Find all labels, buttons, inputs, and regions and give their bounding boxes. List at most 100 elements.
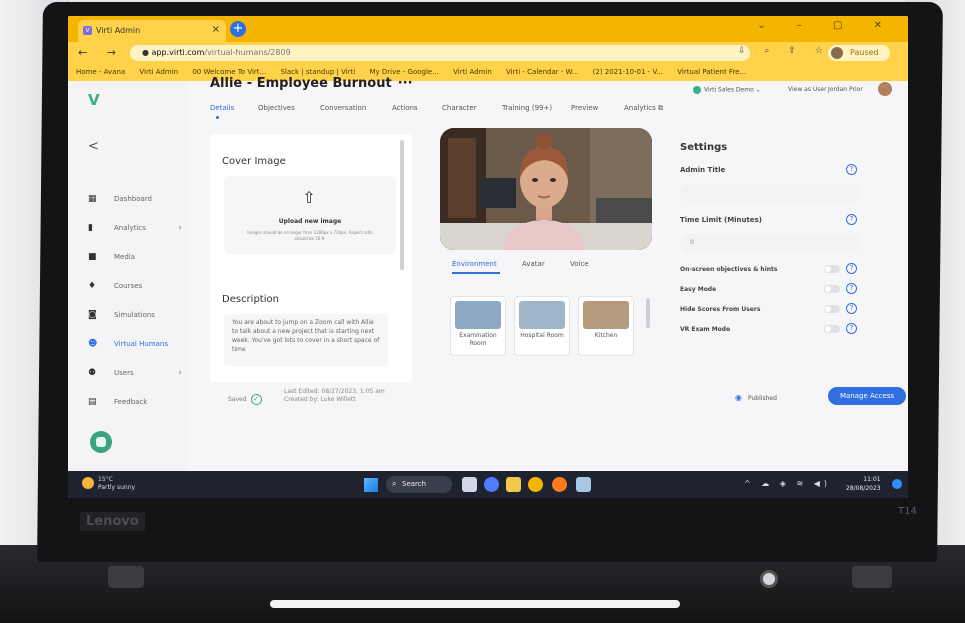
browser-tab[interactable]: V Virti Admin ×: [78, 20, 226, 42]
page-title: Allie - Employee Burnout ···: [210, 76, 413, 91]
sidebar-item-dashboard[interactable]: ▦ Dashboard: [88, 194, 188, 208]
file-explorer-icon[interactable]: [506, 477, 521, 492]
sidebar-item-simulations[interactable]: ◙ Simulations: [88, 310, 188, 324]
check-icon: ✓: [250, 394, 262, 405]
tab-character[interactable]: Character: [442, 104, 477, 112]
tab-analytics[interactable]: Analytics ⧉: [624, 104, 663, 113]
virti-logo[interactable]: V: [88, 91, 100, 109]
admin-title-input[interactable]: [680, 184, 860, 202]
collapse-sidebar-button[interactable]: <: [88, 139, 99, 154]
bookmarks-bar: Home - Avana Virti Admin 00 Welcome To V…: [68, 64, 908, 81]
more-options-button[interactable]: ···: [398, 76, 413, 91]
profile-button[interactable]: Paused: [828, 45, 890, 61]
window-controls[interactable]: ⌄ – ▢ ✕: [757, 20, 896, 31]
tab-details[interactable]: Details: [210, 104, 234, 119]
help-icon[interactable]: ?: [846, 263, 857, 274]
bookmark[interactable]: Virti Admin: [453, 68, 492, 76]
help-icon[interactable]: ?: [846, 283, 857, 294]
environment-thumbnail: [519, 301, 565, 329]
user-avatar[interactable]: [878, 82, 892, 96]
sidebar-item-analytics[interactable]: ▮ Analytics ›: [88, 223, 188, 237]
sidebar-item-label: Analytics: [114, 224, 146, 232]
help-icon[interactable]: ?: [846, 214, 857, 225]
published-status[interactable]: ◉ Published: [735, 393, 777, 402]
environment-thumbnail: [455, 301, 501, 329]
taskbar-search[interactable]: ⌕ Search: [386, 476, 452, 493]
upload-icon: ⇧: [302, 188, 316, 207]
environment-label: Kitchen: [594, 332, 618, 339]
clock[interactable]: 11:01 28/08/2023: [846, 475, 881, 493]
firefox-icon[interactable]: [552, 477, 567, 492]
toggle-vr-exam-mode[interactable]: [824, 325, 840, 333]
bookmark[interactable]: My Drive - Google...: [369, 68, 438, 76]
chrome-icon[interactable]: [528, 477, 543, 492]
url-input[interactable]: ● app.virti.com/virtual-humans/2809: [130, 45, 750, 61]
sidebar-item-feedback[interactable]: ▤ Feedback: [88, 397, 188, 411]
tab-actions[interactable]: Actions: [392, 104, 418, 112]
task-view-icon[interactable]: [462, 477, 477, 492]
sidebar-item-virtual-humans[interactable]: ☻ Virtual Humans: [88, 339, 188, 353]
environment-card[interactable]: Examination Room: [450, 296, 506, 356]
toggle-hide-scores[interactable]: [824, 305, 840, 313]
notification-icon[interactable]: [892, 479, 902, 489]
environments-scrollbar[interactable]: [646, 298, 650, 328]
sidebar-item-media[interactable]: ■ Media: [88, 252, 188, 266]
help-icon[interactable]: ?: [846, 303, 857, 314]
card-scrollbar[interactable]: [400, 140, 404, 270]
upload-dropzone[interactable]: ⇧ Upload new image Images should be no l…: [224, 176, 396, 254]
last-edited: Last Edited: 08/27/2023, 1:05 am: [284, 388, 385, 395]
environment-thumbnail: [583, 301, 629, 329]
manage-access-button[interactable]: Manage Access: [828, 387, 906, 405]
bookmark[interactable]: Home - Avana: [76, 68, 125, 76]
new-tab-button[interactable]: +: [230, 21, 246, 37]
lenovo-brand: Lenovo: [80, 512, 145, 531]
toggle-easy-mode[interactable]: [824, 285, 840, 293]
view-as-user-link[interactable]: View as User: [788, 86, 827, 93]
bookmark[interactable]: Virti Admin: [139, 68, 178, 76]
toggle-objectives-hints[interactable]: [824, 265, 840, 273]
help-icon[interactable]: ?: [846, 323, 857, 334]
environment-card[interactable]: Kitchen: [578, 296, 634, 356]
environment-card[interactable]: Hospital Room: [514, 296, 570, 356]
close-tab-icon[interactable]: ×: [212, 24, 220, 35]
bookmark[interactable]: Virti - Calendar - W...: [506, 68, 578, 76]
bookmark[interactable]: 00 Welcome To Virt...: [192, 68, 266, 76]
home-indicator: [270, 600, 680, 608]
tab-training[interactable]: Training (99+): [502, 104, 552, 112]
weather-temp: 15°C: [98, 476, 113, 483]
sidebar-item-courses[interactable]: ♦ Courses: [88, 281, 188, 295]
environment-selector[interactable]: Virti Sales Demo ⌄: [693, 86, 761, 94]
setting-label: Easy Mode: [680, 286, 717, 293]
help-chat-button[interactable]: [90, 431, 112, 453]
tab-voice[interactable]: Voice: [570, 260, 589, 268]
setting-label: On-screen objectives & hints: [680, 266, 778, 273]
tab-environment[interactable]: Environment: [452, 260, 500, 274]
bookmark[interactable]: Slack | standup | Virti: [280, 68, 355, 76]
url-host: app.virti.com: [151, 48, 205, 57]
tab-objectives[interactable]: Objectives: [258, 104, 295, 112]
tab-avatar[interactable]: Avatar: [522, 260, 545, 268]
page-title-text: Allie - Employee Burnout: [210, 76, 392, 91]
tab-conversation[interactable]: Conversation: [320, 104, 366, 112]
page-tabs: Details Objectives Conversation Actions …: [210, 104, 710, 119]
upload-label: Upload new image: [278, 218, 342, 225]
tab-preview[interactable]: Preview: [571, 104, 598, 112]
system-tray[interactable]: ^ ☁ ◈ ≋ ◀): [744, 479, 831, 488]
time-limit-input[interactable]: 0: [680, 234, 860, 252]
help-icon[interactable]: ?: [846, 164, 857, 175]
teams-icon[interactable]: [484, 477, 499, 492]
description-textarea[interactable]: You are about to jump on a Zoom call wit…: [224, 314, 388, 366]
settings-title: Settings: [680, 142, 728, 153]
windows-start-icon[interactable]: [364, 478, 378, 492]
settings-panel: Settings Admin Title ? Time Limit (Minut…: [668, 134, 878, 364]
cover-image-title: Cover Image: [222, 156, 286, 167]
bookmark[interactable]: (2) 2021-10-01 - V...: [593, 68, 663, 76]
sidebar-item-users[interactable]: ⚉ Users ›: [88, 368, 188, 382]
weather-desc: Partly sunny: [98, 484, 136, 491]
saved-label: Saved: [228, 396, 247, 403]
weather-widget[interactable]: 15°C Partly sunny: [82, 476, 135, 492]
profile-avatar: [831, 47, 843, 59]
bookmark[interactable]: Virtual Patient Fre...: [677, 68, 746, 76]
photos-icon[interactable]: [576, 477, 591, 492]
sidebar-item-label: Courses: [114, 282, 143, 290]
